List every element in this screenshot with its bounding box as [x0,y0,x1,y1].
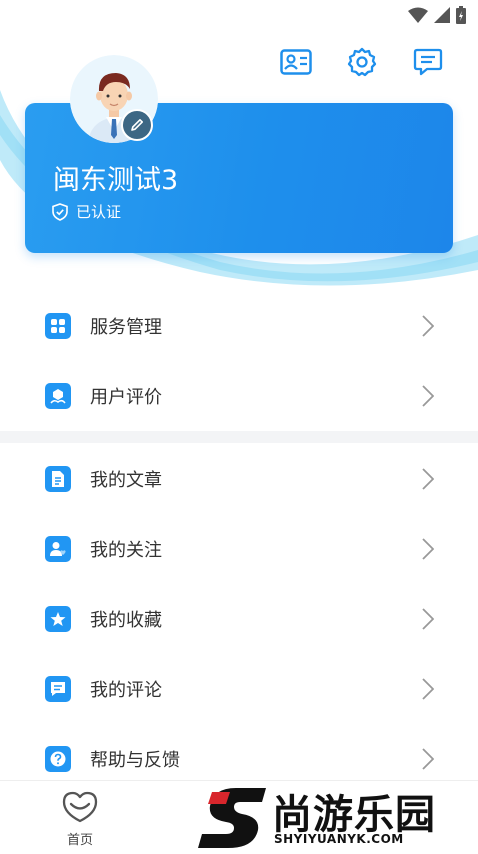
settings-button[interactable] [346,46,378,78]
menu-item-label: 我的评论 [90,680,162,701]
verified-status: 已认证 [52,201,121,222]
pencil-icon [131,119,143,131]
verified-label: 已认证 [76,203,122,221]
help-icon [45,746,71,772]
tab-home-label: 首页 [66,833,93,848]
id-card-icon [280,49,312,75]
menu-item-label: 我的收藏 [90,610,162,631]
watermark-url: SHYIYUANYK.COM [274,832,404,846]
follow-user-icon [45,536,71,562]
tab-home[interactable]: 首页 [50,791,110,848]
username: 闽东测试3 [53,165,179,196]
chevron-right-icon [422,538,434,560]
chevron-right-icon [422,468,434,490]
menu-item-my-comments[interactable]: 我的评论 [0,654,478,724]
menu-item-label: 用户评价 [90,387,162,408]
menu-group-personal: 我的文章 我的关注 我的收藏 我的评论 帮助与反馈 [0,444,478,794]
chevron-right-icon [422,315,434,337]
menu-item-my-follows[interactable]: 我的关注 [0,514,478,584]
menu-item-my-favorites[interactable]: 我的收藏 [0,584,478,654]
watermark-logo: 尚游乐园 SHYIYUANYK.COM [196,782,478,850]
document-icon [45,466,71,492]
chevron-right-icon [422,678,434,700]
message-icon [413,48,443,76]
menu-item-user-reviews[interactable]: 用户评价 [0,361,478,431]
menu-item-service-management[interactable]: 服务管理 [0,291,478,361]
settings-gear-icon [347,47,377,77]
id-card-button[interactable] [280,46,312,78]
menu-item-label: 帮助与反馈 [90,750,180,771]
section-divider [0,431,478,443]
shield-check-icon [52,202,68,221]
chevron-right-icon [422,385,434,407]
menu-item-label: 我的关注 [90,540,162,561]
star-icon [45,606,71,632]
review-badge-icon [45,383,71,409]
menu-item-label: 服务管理 [90,317,162,338]
menu-group-services: 服务管理 用户评价 [0,291,478,431]
header-actions [280,46,444,78]
menu-item-my-articles[interactable]: 我的文章 [0,444,478,514]
menu-item-label: 我的文章 [90,470,162,491]
edit-profile-button[interactable] [121,109,153,141]
grid-icon [45,313,71,339]
chevron-right-icon [422,608,434,630]
comment-icon [45,676,71,702]
chevron-right-icon [422,748,434,770]
home-smile-icon [62,791,98,823]
messages-button[interactable] [412,46,444,78]
